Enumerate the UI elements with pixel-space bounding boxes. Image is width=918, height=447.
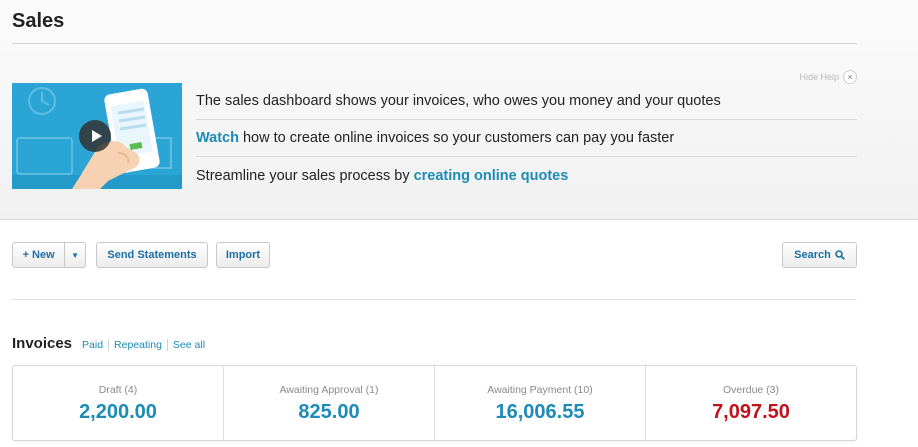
card-value: 2,200.00 — [79, 401, 157, 423]
card-value: 825.00 — [298, 401, 360, 423]
chevron-down-icon[interactable]: ▼ — [64, 243, 85, 267]
page-title: Sales — [12, 10, 65, 32]
help-line-quotes: Streamline your sales process by creatin… — [196, 157, 857, 194]
paid-link[interactable]: Paid — [82, 339, 108, 351]
hide-help-label: Hide Help — [799, 72, 839, 82]
help-video-thumbnail[interactable] — [12, 83, 182, 189]
search-button-label: Search — [794, 249, 831, 261]
card-value: 16,006.55 — [495, 401, 585, 423]
invoices-links: Paid Repeating See all — [82, 339, 210, 351]
send-statements-button[interactable]: Send Statements — [96, 242, 208, 268]
invoices-title: Invoices — [12, 335, 73, 352]
invoice-card-overdue[interactable]: Overdue (3) 7,097.50 — [645, 366, 856, 440]
import-button[interactable]: Import — [216, 242, 270, 268]
search-icon — [835, 250, 845, 260]
help-line-watch: Watch how to create online invoices so y… — [196, 120, 857, 157]
card-label: Awaiting Payment (10) — [487, 384, 593, 396]
repeating-link[interactable]: Repeating — [108, 339, 167, 351]
see-all-link[interactable]: See all — [166, 339, 210, 351]
online-quotes-link[interactable]: creating online quotes — [414, 168, 569, 184]
help-text-watch: how to create online invoices so your cu… — [238, 130, 675, 146]
new-button-label[interactable]: + New — [13, 249, 64, 261]
help-lines: The sales dashboard shows your invoices,… — [196, 83, 857, 194]
watch-link[interactable]: Watch — [196, 130, 239, 146]
play-icon[interactable] — [79, 120, 111, 152]
card-label: Draft (4) — [98, 384, 138, 396]
invoice-summary-cards: Draft (4) 2,200.00 Awaiting Approval (1)… — [12, 365, 857, 441]
section-divider — [12, 299, 857, 300]
invoice-card-draft[interactable]: Draft (4) 2,200.00 — [13, 366, 223, 440]
card-label: Overdue (3) — [722, 384, 780, 396]
help-region: Sales Hide Help × The sales dashboard sh… — [0, 0, 918, 220]
help-line-dashboard: The sales dashboard shows your invoices,… — [196, 83, 857, 120]
help-text-quotes: Streamline your sales process by — [196, 167, 414, 184]
close-icon[interactable]: × — [843, 70, 857, 84]
invoice-card-awaiting-payment[interactable]: Awaiting Payment (10) 16,006.55 — [434, 366, 645, 440]
invoice-card-awaiting-approval[interactable]: Awaiting Approval (1) 825.00 — [223, 366, 434, 440]
search-button[interactable]: Search — [782, 242, 857, 268]
help-text-dashboard: The sales dashboard shows your invoices,… — [196, 93, 721, 109]
card-value: 7,097.50 — [712, 401, 790, 423]
new-button[interactable]: + New ▼ — [12, 242, 86, 268]
hide-help-button[interactable]: Hide Help × — [799, 70, 857, 84]
title-divider — [12, 43, 857, 44]
sales-toolbar: + New ▼ Send Statements Import Search — [12, 242, 857, 268]
invoices-header: Invoices Paid Repeating See all — [12, 335, 210, 352]
card-label: Awaiting Approval (1) — [279, 384, 379, 396]
